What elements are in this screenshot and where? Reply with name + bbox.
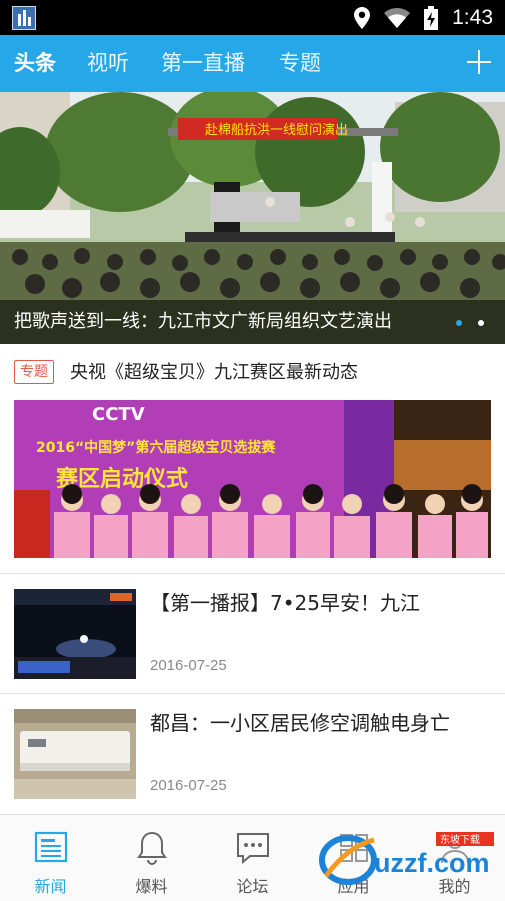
nav-news[interactable]: 新闻 [0, 815, 101, 901]
news-thumbnail [14, 589, 136, 679]
nav-news-label: 新闻 [34, 877, 67, 896]
news-thumbnail [14, 709, 136, 799]
chat-icon [237, 833, 269, 865]
tab-video[interactable]: 视听 [87, 35, 129, 92]
clock: 1:43 [452, 6, 493, 29]
news-thumbnail-image [14, 709, 136, 799]
news-title[interactable]: 都昌：一小区居民修空调触电身亡 [150, 709, 495, 737]
news-date: 2016-07-25 [150, 777, 227, 794]
news-thumbnail-image [14, 589, 136, 679]
watermark-subtext: 东坡下载 [440, 833, 480, 846]
tab-headlines[interactable]: 头条 [14, 35, 56, 92]
tab-live[interactable]: 第一直播 [161, 35, 245, 92]
watermark-logo: uzzf.com 东坡下载 [319, 832, 494, 885]
app-notification-icon [12, 6, 36, 30]
news-item[interactable]: 【第一播报】7•25早安！九江 2016-07-25 [0, 573, 505, 693]
nav-forum[interactable]: 论坛 [202, 815, 303, 901]
topic-row[interactable]: 专题 央视《超级宝贝》九江赛区最新动态 [0, 344, 505, 398]
nav-tips[interactable]: 爆料 [101, 815, 202, 901]
topic-image-line1: 2016“中国梦”第六届超级宝贝选拔赛 [36, 439, 276, 456]
topic-tag: 专题 [14, 360, 54, 384]
carousel-dot[interactable] [478, 320, 484, 326]
hero-banner-text: 赴棉船抗洪一线慰问演出 [205, 122, 348, 138]
carousel-dot-active[interactable] [456, 320, 462, 326]
watermark-text: uzzf.com [374, 848, 490, 878]
wifi-icon [384, 8, 411, 28]
hero-caption[interactable]: 把歌声送到一线：九江市文广新局组织文艺演出 [14, 300, 432, 344]
news-item[interactable]: 都昌：一小区居民修空调触电身亡 2016-07-25 [0, 693, 505, 813]
tab-topics[interactable]: 专题 [279, 35, 321, 92]
top-navigation: 头条 视听 第一直播 专题 [0, 35, 505, 92]
news-title[interactable]: 【第一播报】7•25早安！九江 [150, 589, 495, 617]
status-bar: 1:43 [0, 0, 505, 35]
topic-title[interactable]: 央视《超级宝贝》九江赛区最新动态 [70, 358, 358, 384]
topic-image-art: CCTV 2016“中国梦”第六届超级宝贝选拔赛 赛区启动仪式 [14, 400, 491, 558]
topic-image[interactable]: CCTV 2016“中国梦”第六届超级宝贝选拔赛 赛区启动仪式 [14, 400, 491, 558]
nav-tips-label: 爆料 [135, 877, 168, 896]
location-icon [354, 7, 371, 29]
nav-forum-label: 论坛 [236, 877, 269, 896]
bell-icon [137, 831, 167, 865]
cctv-logo: CCTV [92, 404, 145, 425]
battery-icon [424, 6, 439, 30]
plus-icon[interactable] [467, 50, 491, 74]
hero-carousel[interactable]: 赴棉船抗洪一线慰问演出 把歌声送到一线：九江市文广新局组织文艺演出 [0, 92, 505, 344]
news-icon [34, 831, 68, 863]
news-date: 2016-07-25 [150, 657, 227, 674]
